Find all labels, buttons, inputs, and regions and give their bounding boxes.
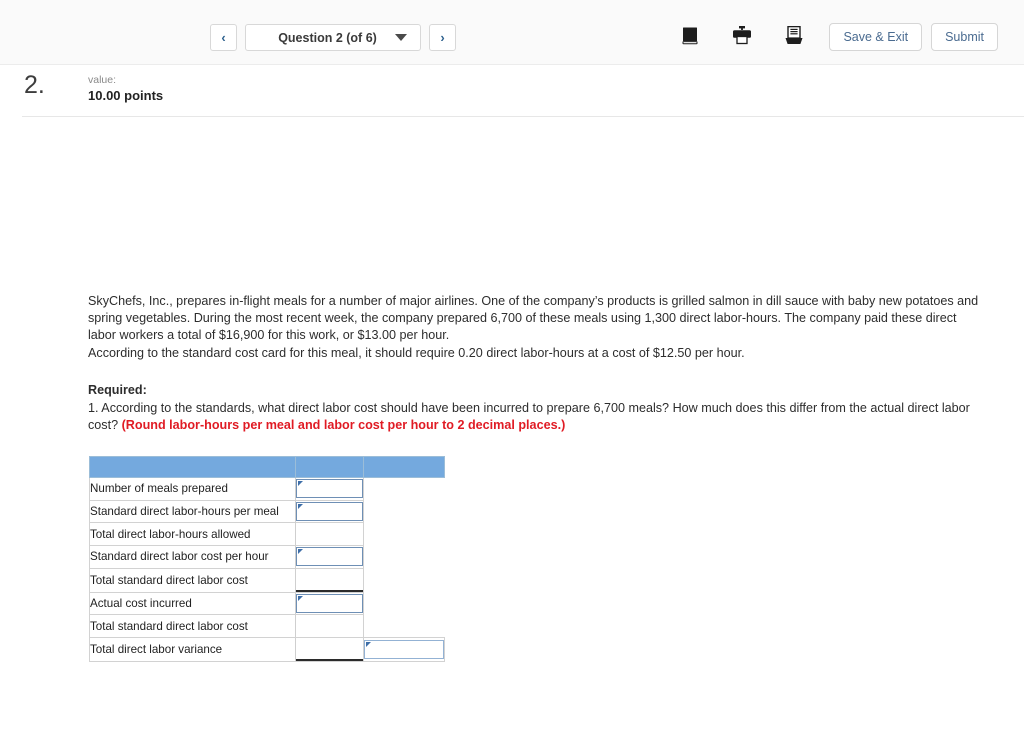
question-navigation: ‹ Question 2 (of 6) › <box>210 24 456 51</box>
row-value-cell <box>295 637 364 663</box>
row-value-cell <box>295 567 364 593</box>
requirement-1-text: 1. According to the standards, what dire… <box>88 400 988 434</box>
submit-button[interactable]: Submit <box>931 23 998 51</box>
row-label: Actual cost incurred <box>89 591 296 616</box>
row-variance-cell <box>363 545 445 569</box>
requirement-1-instruction: (Round labor-hours per meal and labor co… <box>121 418 566 433</box>
ebook-icon <box>682 27 699 48</box>
row-variance-cell <box>363 614 445 638</box>
toolbar-actions: Save & Exit Submit <box>664 22 998 52</box>
row-value-cell[interactable] <box>295 591 364 616</box>
computed-value <box>296 524 363 545</box>
question-selector-dropdown[interactable]: Question 2 (of 6) <box>245 24 421 51</box>
row-value-cell <box>295 614 364 639</box>
table-row: Total direct labor-hours allowed <box>89 522 445 547</box>
table-row: Total direct labor variance <box>89 637 445 663</box>
top-toolbar: ‹ Question 2 (of 6) › Save & Exit Submit <box>0 0 1024 65</box>
row-label: Number of meals prepared <box>89 477 296 501</box>
table1-header-cell-3 <box>363 456 445 478</box>
row-variance-cell <box>363 568 445 593</box>
row-value-cell[interactable] <box>295 477 364 501</box>
computed-value <box>296 569 363 592</box>
row-label: Standard direct labor cost per hour <box>89 545 296 569</box>
row-label: Total standard direct labor cost <box>89 567 296 593</box>
row-value-cell[interactable] <box>295 499 364 524</box>
next-question-button[interactable]: › <box>429 24 456 51</box>
save-and-exit-button[interactable]: Save & Exit <box>829 23 923 51</box>
value-label: value: <box>88 74 117 86</box>
problem-paragraph-1: SkyChefs, Inc., prepares in-flight meals… <box>88 294 979 343</box>
answer-input[interactable] <box>296 547 363 567</box>
question-number: 2. <box>24 71 45 99</box>
table-row: Total standard direct labor cost <box>89 567 445 593</box>
problem-paragraph-2: According to the standard cost card for … <box>88 345 745 360</box>
row-label: Total direct labor-hours allowed <box>89 522 296 547</box>
row-variance-cell[interactable] <box>363 637 445 663</box>
problem-statement: SkyChefs, Inc., prepares in-flight meals… <box>88 293 988 362</box>
table1-header-cell-1 <box>89 456 296 478</box>
table1-body: Number of meals prepared Standard direct … <box>89 456 445 663</box>
print-button[interactable] <box>716 22 768 52</box>
table1-header-cell-2 <box>295 456 364 478</box>
answer-input[interactable] <box>296 594 363 614</box>
row-variance-cell <box>363 477 445 501</box>
row-label: Total standard direct labor cost <box>89 614 296 639</box>
ebook-button[interactable] <box>664 22 716 52</box>
points-value: 10.00 points <box>88 88 164 103</box>
computed-value <box>296 616 363 637</box>
print-icon <box>732 26 752 48</box>
table-row: Standard direct labor cost per hour <box>89 545 445 569</box>
question-value-block: value: 10.00 points <box>88 74 163 103</box>
requirement-1-answer-table: Number of meals prepared Standard direct … <box>89 456 445 663</box>
table1-header-row <box>89 456 445 478</box>
chevron-down-icon <box>395 34 407 41</box>
table-row: Number of meals prepared <box>89 477 445 501</box>
row-label: Total direct labor variance <box>89 637 296 663</box>
row-variance-cell <box>363 500 445 523</box>
variance-input[interactable] <box>364 640 444 660</box>
table-row: Total standard direct labor cost <box>89 614 445 639</box>
required-label: Required: <box>88 383 147 397</box>
table-row: Standard direct labor-hours per meal <box>89 499 445 524</box>
references-icon <box>785 25 803 48</box>
question-selector-label: Question 2 (of 6) <box>278 30 377 45</box>
row-value-cell <box>295 522 364 547</box>
answer-input[interactable] <box>296 502 363 522</box>
header-divider <box>22 116 1024 117</box>
references-button[interactable] <box>768 22 820 52</box>
row-value-cell[interactable] <box>295 545 364 569</box>
previous-question-button[interactable]: ‹ <box>210 24 237 51</box>
computed-value <box>296 638 363 662</box>
row-label: Standard direct labor-hours per meal <box>89 499 296 524</box>
question-header: 2. value: 10.00 points <box>0 65 1024 117</box>
row-variance-cell <box>363 592 445 615</box>
answer-input[interactable] <box>296 479 363 499</box>
row-variance-cell <box>363 522 445 546</box>
table-row: Actual cost incurred <box>89 591 445 616</box>
